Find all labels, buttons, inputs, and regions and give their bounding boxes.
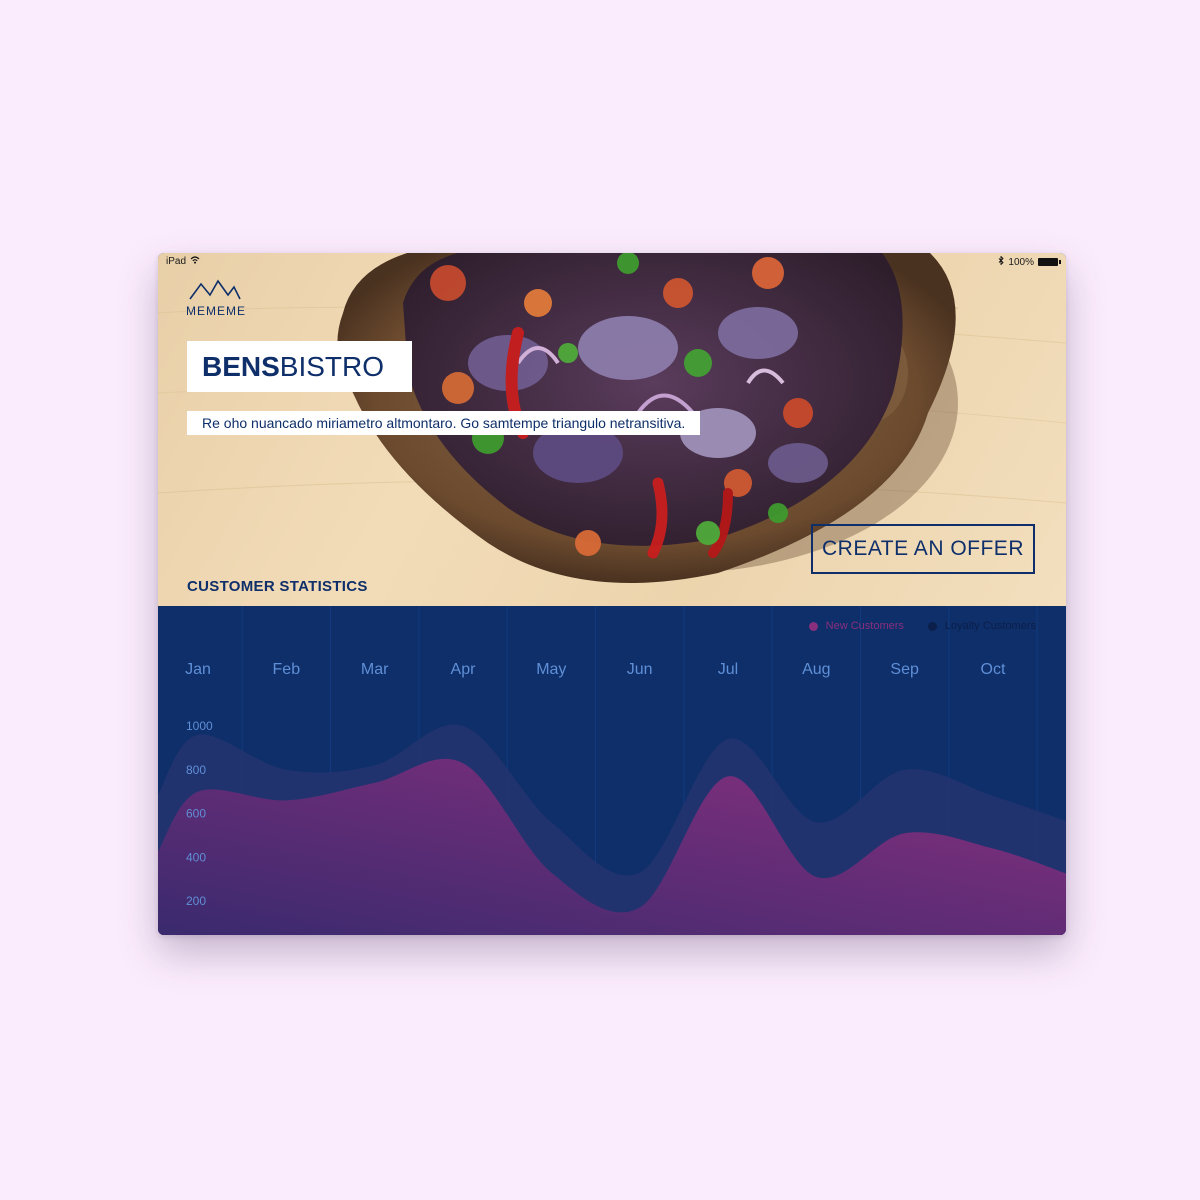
tagline: Re oho nuancado miriametro altmontaro. G… bbox=[187, 411, 701, 435]
customer-area-chart: Jan Feb Mar Apr May Jun Jul Aug Sep Oct 1000 800 60… bbox=[158, 606, 1066, 935]
chart-legend: New Customers Loyalty Customers bbox=[808, 620, 1036, 632]
status-bar: iPad 100% bbox=[158, 253, 1066, 271]
battery-percent: 100% bbox=[1008, 256, 1034, 268]
legend-new-customers[interactable]: New Customers bbox=[808, 620, 904, 632]
hero-banner: iPad 100% MEMEME BENS BISTRO Re oho nuan… bbox=[158, 253, 1066, 606]
y-tick-label: 800 bbox=[186, 763, 206, 777]
y-tick-label: 400 bbox=[186, 850, 206, 864]
legend-label-new: New Customers bbox=[825, 620, 904, 632]
x-tick-label: Sep bbox=[890, 661, 919, 678]
restaurant-title: BENS BISTRO bbox=[187, 341, 412, 392]
title-light: BISTRO bbox=[279, 350, 385, 382]
x-tick-label: May bbox=[536, 661, 566, 678]
legend-dot-loyalty bbox=[927, 621, 937, 631]
legend-label-loyalty: Loyalty Customers bbox=[944, 620, 1036, 632]
section-title: CUSTOMER STATISTICS bbox=[187, 578, 368, 595]
ipad-screen: iPad 100% MEMEME BENS BISTRO Re oho nuan… bbox=[158, 253, 1066, 935]
x-tick-label: Mar bbox=[361, 661, 389, 678]
mountain-logo-icon bbox=[189, 279, 241, 300]
customer-statistics-panel: Jan Feb Mar Apr May Jun Jul Aug Sep Oct 1000 800 60… bbox=[158, 606, 1066, 935]
x-tick-label: Jan bbox=[185, 661, 211, 678]
x-tick-label: Apr bbox=[451, 661, 477, 678]
x-tick-label: Aug bbox=[802, 661, 830, 678]
y-tick-label: 200 bbox=[186, 894, 206, 908]
device-name: iPad bbox=[166, 256, 187, 267]
bluetooth-icon bbox=[998, 255, 1005, 268]
x-tick-label: Jun bbox=[627, 661, 653, 678]
wifi-icon bbox=[190, 256, 200, 267]
brand-logo: MEMEME bbox=[186, 277, 246, 318]
x-tick-label: Jul bbox=[718, 661, 738, 678]
y-tick-label: 1000 bbox=[186, 719, 213, 733]
x-tick-label: Feb bbox=[273, 661, 301, 678]
create-offer-button[interactable]: CREATE AN OFFER bbox=[811, 524, 1035, 574]
legend-dot-new bbox=[808, 621, 818, 631]
battery-icon bbox=[1038, 258, 1061, 266]
logo-text: MEMEME bbox=[186, 304, 246, 318]
legend-loyalty-customers[interactable]: Loyalty Customers bbox=[927, 620, 1036, 632]
x-tick-label: Oct bbox=[981, 661, 1006, 678]
y-tick-label: 600 bbox=[186, 807, 206, 821]
title-bold: BENS bbox=[202, 350, 280, 382]
